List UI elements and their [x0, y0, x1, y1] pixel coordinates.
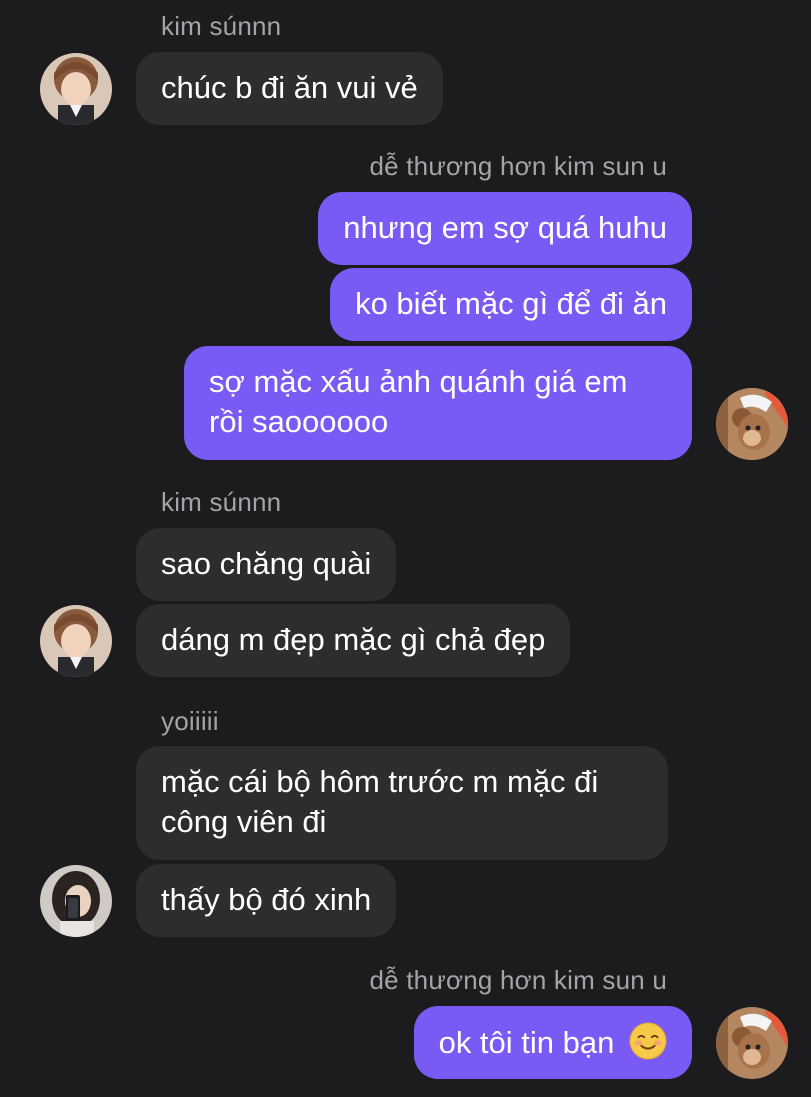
smiling-face-emoji-icon — [629, 1022, 667, 1060]
message-bubble-outgoing[interactable]: ko biết mặc gì để đi ăn — [330, 268, 692, 341]
sender-name-yoi: yoiiiii — [161, 706, 219, 736]
sender-name-kim: kim súnnn — [161, 11, 282, 41]
message-text-line: rồi saoooooo — [209, 404, 389, 439]
message-text: chúc b đi ăn vui vẻ — [161, 70, 418, 105]
chat-thread: kim súnnn chúc b đi ăn vui vẻ dễ thương … — [0, 0, 811, 1097]
sender-name-me: dễ thương hơn kim sun u — [369, 151, 667, 181]
message-text: dáng m đẹp mặc gì chả đẹp — [161, 622, 546, 657]
sender-name-me: dễ thương hơn kim sun u — [369, 965, 667, 995]
message-bubble-incoming[interactable]: thấy bộ đó xinh — [136, 864, 397, 937]
message-text: sao chăng quài — [161, 546, 372, 581]
message-bubble-outgoing[interactable]: nhưng em sợ quá huhu — [318, 192, 692, 265]
avatar-kim-icon[interactable] — [40, 605, 112, 677]
avatar-mouse-icon[interactable] — [716, 1007, 788, 1079]
message-text: nhưng em sợ quá huhu — [343, 210, 667, 245]
message-text-line: sợ mặc xấu ảnh quánh giá em — [209, 364, 628, 399]
message-text-line: mặc cái bộ hôm trước m mặc đi — [161, 764, 599, 799]
avatar-kim-icon[interactable] — [40, 53, 112, 125]
message-text: ok tôi tin bạn — [438, 1025, 615, 1060]
sender-name-kim: kim súnnn — [161, 487, 282, 517]
message-bubble-outgoing[interactable]: sợ mặc xấu ảnh quánh giá em rồi saoooooo — [184, 346, 692, 460]
message-text: ko biết mặc gì để đi ăn — [355, 286, 667, 321]
message-bubble-incoming[interactable]: dáng m đẹp mặc gì chả đẹp — [136, 604, 571, 677]
message-bubble-incoming[interactable]: chúc b đi ăn vui vẻ — [136, 52, 443, 125]
avatar-mouse-icon[interactable] — [716, 388, 788, 460]
avatar-yoi-icon[interactable] — [40, 865, 112, 937]
message-text-line: công viên đi — [161, 804, 327, 839]
message-bubble-outgoing[interactable]: ok tôi tin bạn — [413, 1006, 692, 1079]
message-bubble-incoming[interactable]: mặc cái bộ hôm trước m mặc đi công viên … — [136, 746, 668, 860]
message-text: thấy bộ đó xinh — [161, 882, 372, 917]
message-bubble-incoming[interactable]: sao chăng quài — [136, 528, 397, 601]
